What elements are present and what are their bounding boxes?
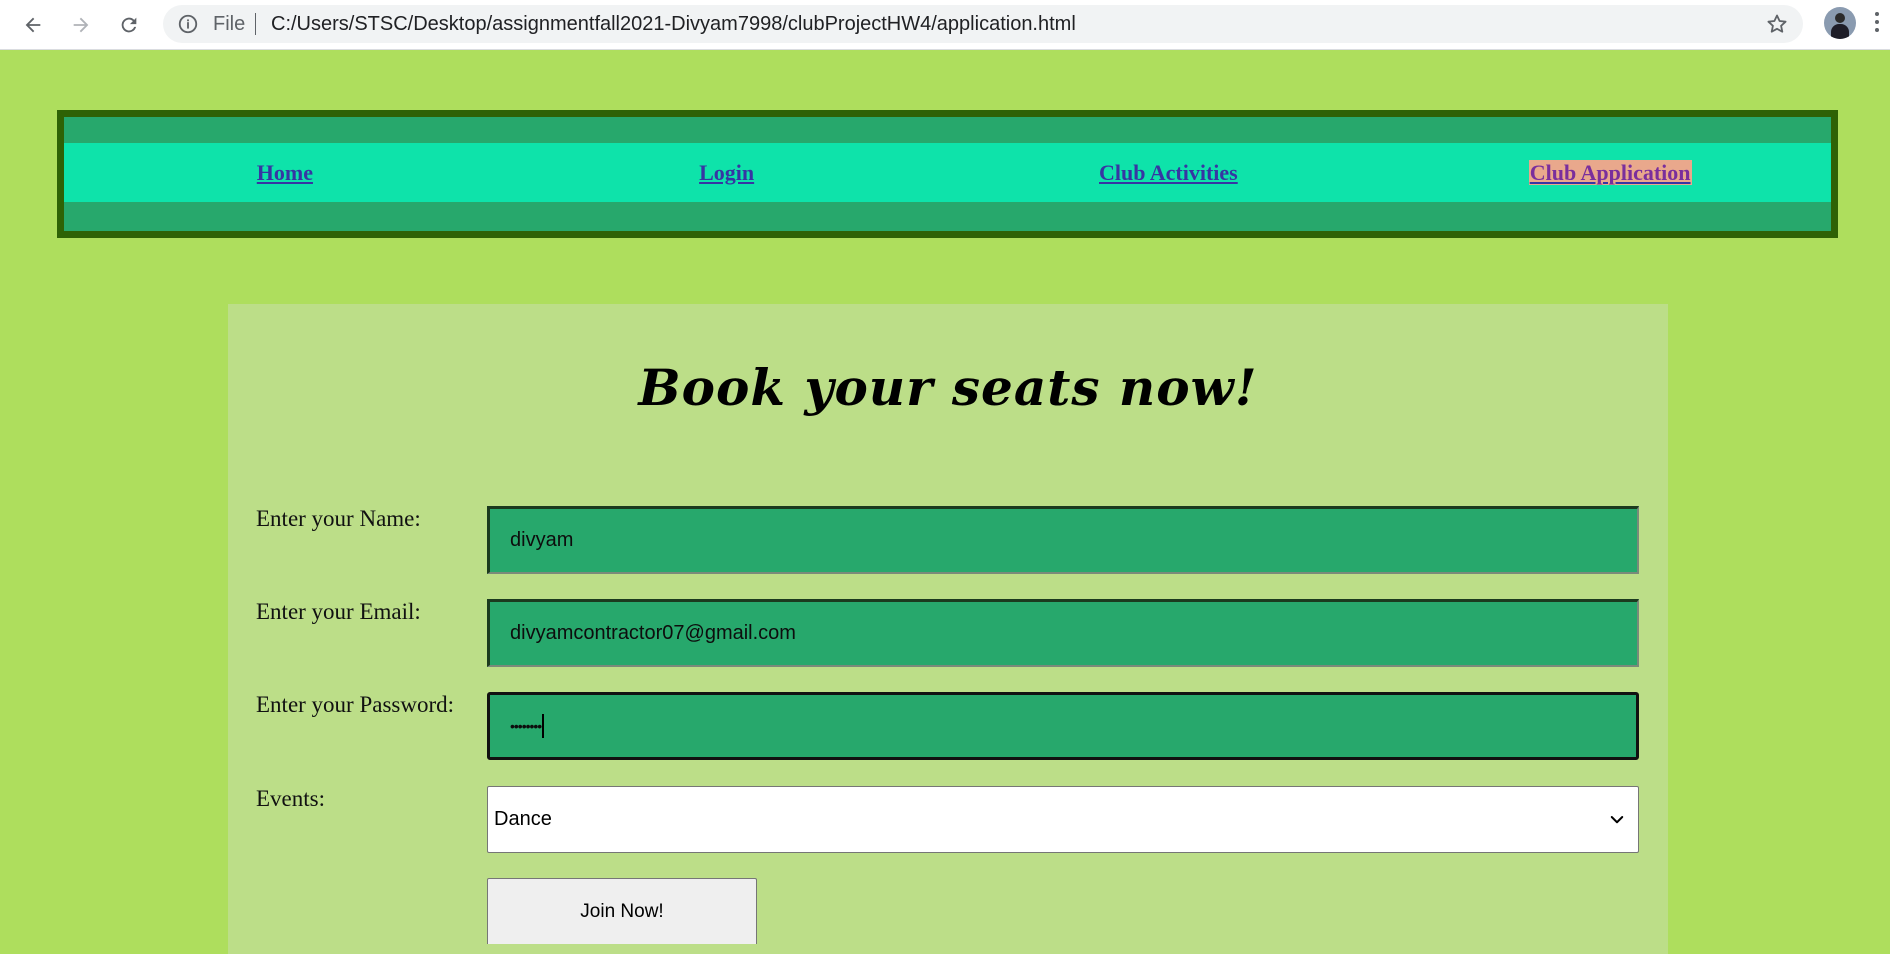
avatar-body	[1831, 24, 1849, 39]
text-caret	[542, 714, 545, 738]
back-button[interactable]	[16, 8, 50, 42]
forward-arrow-icon	[73, 17, 89, 33]
url-text[interactable]: C:/Users/STSC/Desktop/assignmentfall2021…	[271, 13, 1076, 36]
nav-link-home[interactable]: Home	[64, 160, 506, 186]
back-arrow-icon	[25, 17, 41, 33]
nav-link-club-activities[interactable]: Club Activities	[948, 160, 1390, 186]
chevron-down-icon	[1610, 816, 1624, 824]
nav-link-home-label: Home	[256, 159, 313, 185]
name-input-value: divyam	[510, 529, 574, 551]
reload-icon	[121, 17, 137, 33]
name-label: Enter your Name:	[256, 506, 421, 531]
nav-strip: Home Login Club Activities Club Applicat…	[64, 143, 1831, 202]
info-icon[interactable]	[177, 13, 199, 35]
site-navigation: Home Login Club Activities Club Applicat…	[57, 110, 1838, 238]
events-select[interactable]: Dance	[487, 786, 1639, 853]
profile-avatar[interactable]	[1824, 7, 1856, 39]
scheme-label: File	[213, 13, 246, 35]
avatar-head	[1835, 13, 1845, 23]
nav-link-login-label: Login	[699, 159, 755, 185]
password-label: Enter your Password:	[256, 692, 455, 717]
reload-button[interactable]	[112, 8, 146, 42]
nav-link-login[interactable]: Login	[506, 160, 948, 186]
nav-link-club-application[interactable]: Club Application	[1389, 159, 1831, 186]
page-title: Book your seats now!	[638, 358, 1258, 417]
name-input[interactable]: divyam	[487, 506, 1639, 574]
join-now-button[interactable]: Join Now!	[487, 878, 757, 944]
password-input[interactable]: ••••••••	[487, 692, 1639, 760]
nav-link-club-activities-label: Club Activities	[1099, 159, 1238, 185]
email-input-value: divyamcontractor07@gmail.com	[510, 622, 796, 644]
password-input-value: ••••••••	[510, 718, 542, 734]
nav-link-club-application-label: Club Application	[1528, 159, 1692, 185]
email-label: Enter your Email:	[256, 599, 421, 624]
browser-toolbar: File C:/Users/STSC/Desktop/assignmentfal…	[0, 0, 1890, 50]
omnibox-divider	[255, 13, 256, 35]
email-input[interactable]: divyamcontractor07@gmail.com	[487, 599, 1639, 667]
forward-button[interactable]	[64, 8, 98, 42]
kebab-menu-icon[interactable]	[1874, 12, 1880, 36]
events-label: Events:	[256, 786, 325, 811]
events-selected-value: Dance	[494, 808, 552, 830]
bookmark-star-icon[interactable]	[1765, 12, 1789, 36]
address-bar[interactable]: File C:/Users/STSC/Desktop/assignmentfal…	[163, 5, 1803, 43]
